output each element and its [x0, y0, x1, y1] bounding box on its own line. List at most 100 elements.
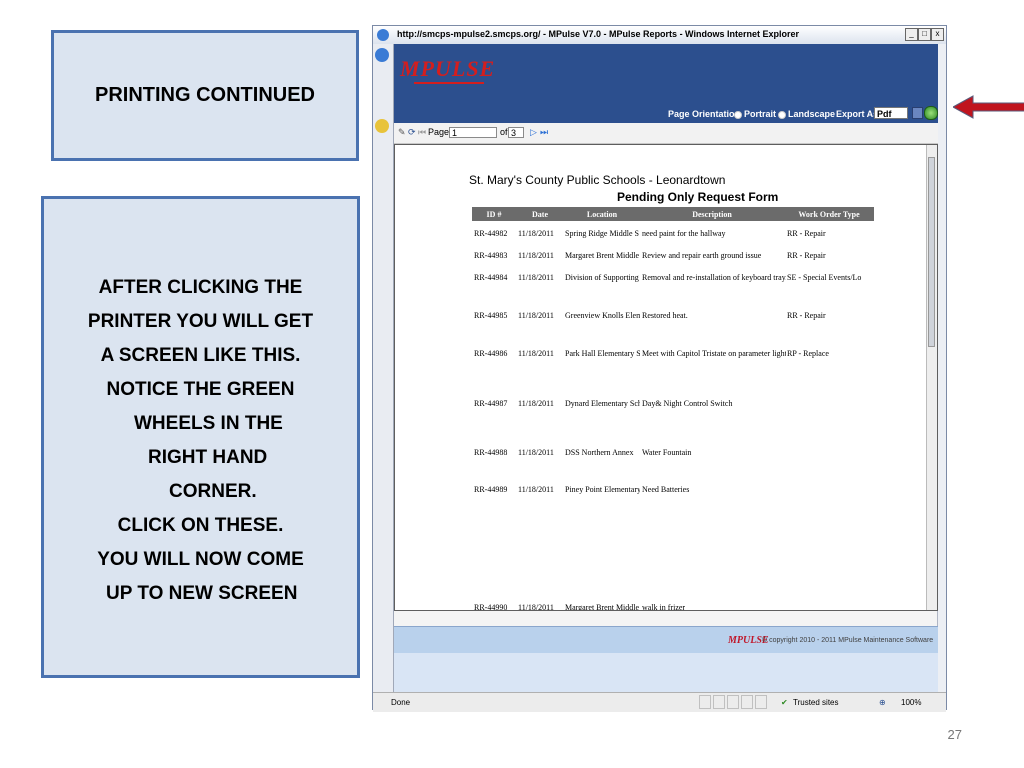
cell-id: RR-44985: [474, 311, 508, 320]
status-segment: [713, 695, 725, 709]
cell-date: 11/18/2011: [518, 229, 554, 238]
close-button[interactable]: x: [931, 28, 944, 41]
browser-scrollbar[interactable]: [937, 44, 946, 711]
cell-location: Piney Point Elementary: [565, 485, 640, 494]
mpulse-logo: MPULSE: [400, 56, 496, 81]
browser-titlebar: http://smcps-mpulse2.smcps.org/ - MPulse…: [373, 26, 946, 44]
instruction-line: CLICK ON THESE.: [117, 515, 284, 536]
cell-location: DSS Northern Annex: [565, 448, 634, 457]
instruction-line: PRINTER YOU WILL GET: [87, 311, 314, 332]
landscape-label: Landscape: [788, 109, 836, 119]
browser-window: http://smcps-mpulse2.smcps.org/ - MPulse…: [372, 25, 947, 712]
status-segment: [741, 695, 753, 709]
report-table-header: ID # Date Location Description Work Orde…: [472, 207, 874, 221]
status-segment: [755, 695, 767, 709]
export-format-select[interactable]: Pdf: [874, 107, 908, 119]
cell-date: 11/18/2011: [518, 485, 554, 494]
cell-location: Dynard Elementary Sch: [565, 399, 640, 408]
of-label: of: [500, 127, 508, 137]
logo-underline: [414, 82, 484, 84]
protected-mode-icon[interactable]: ⊕: [879, 698, 886, 707]
export-as-label: Export As: [836, 109, 879, 119]
cell-id: RR-44988: [474, 448, 508, 457]
browser-side-strip: [373, 44, 394, 711]
app-footer: MPULSE © copyright 2010 - 2011 MPulse Ma…: [394, 626, 938, 654]
status-text: Done: [391, 698, 411, 707]
cell-description: Water Fountain: [642, 448, 692, 457]
cell-id: RR-44983: [474, 251, 508, 260]
cell-description: Restored heat.: [642, 311, 688, 320]
refresh-icon[interactable]: ⟳: [408, 127, 416, 138]
slide-title-box: PRINTING CONTINUED: [51, 30, 359, 161]
cell-location: Spring Ridge Middle S: [565, 229, 640, 238]
maximize-button[interactable]: □: [918, 28, 931, 41]
table-row: RR-44989 11/18/2011 Piney Point Elementa…: [472, 485, 892, 497]
landscape-option[interactable]: Landscape: [778, 109, 835, 119]
cell-id: RR-44989: [474, 485, 508, 494]
column-header: Work Order Type: [798, 210, 860, 219]
report-scrollbar[interactable]: [926, 145, 937, 610]
table-row: RR-44984 11/18/2011 Division of Supporti…: [472, 273, 892, 285]
cell-description: Meet with Capitol Tristate on parameter …: [642, 349, 786, 358]
slide-title: PRINTING CONTINUED: [95, 84, 315, 106]
cell-id: RR-44990: [474, 603, 508, 611]
last-page-icon[interactable]: ⏭: [540, 127, 548, 138]
page-label: Page: [428, 127, 450, 137]
instruction-line: CORNER.: [169, 481, 257, 502]
cell-id: RR-44982: [474, 229, 508, 238]
first-page-icon[interactable]: ⏮: [418, 127, 426, 138]
instruction-line: RIGHT HAND: [148, 447, 268, 468]
column-header: Date: [532, 210, 548, 219]
security-zone: Trusted sites: [793, 698, 839, 707]
portrait-option[interactable]: Portrait: [734, 109, 776, 119]
status-segment: [727, 695, 739, 709]
cell-location: Margaret Brent Middle: [565, 251, 640, 260]
table-row: RR-44986 11/18/2011 Park Hall Elementary…: [472, 349, 892, 361]
cell-description: walk in frizer: [642, 603, 686, 611]
instruction-line: AFTER CLICKING THE: [98, 277, 303, 298]
cell-type: SE - Special Events/Lo: [787, 273, 862, 282]
table-row: RR-44987 11/18/2011 Dynard Elementary Sc…: [472, 399, 892, 411]
cell-id: RR-44987: [474, 399, 508, 408]
instruction-line: UP TO NEW SCREEN: [106, 583, 298, 604]
column-header: ID #: [486, 210, 502, 219]
status-segment: [699, 695, 711, 709]
report-viewer: St. Mary's County Public Schools - Leona…: [394, 144, 938, 611]
radio-icon: [778, 110, 786, 119]
next-page-icon[interactable]: ▷: [530, 127, 537, 138]
slide-number: 27: [947, 727, 962, 742]
cell-date: 11/18/2011: [518, 399, 554, 408]
page-orientation-label: Page Orientation: [668, 109, 741, 119]
report-toolbar: ✎ ⟳ ⏮ Page 1 of 3 ▷ ⏭: [394, 123, 938, 144]
table-row: RR-44982 11/18/2011 Spring Ridge Middle …: [472, 229, 892, 241]
cell-date: 11/18/2011: [518, 349, 554, 358]
green-wheels-export-icon[interactable]: [924, 106, 938, 120]
instruction-line: WHEELS IN THE: [134, 413, 283, 434]
print-icon[interactable]: ✎: [398, 127, 406, 138]
cell-location: Margaret Brent Middle: [565, 603, 640, 611]
copyright-text: © copyright 2010 - 2011 MPulse Maintenan…: [762, 637, 934, 644]
zoom-level[interactable]: 100%: [901, 698, 921, 707]
save-icon[interactable]: [912, 107, 923, 119]
cell-id: RR-44984: [474, 273, 508, 282]
cell-id: RR-44986: [474, 349, 508, 358]
cell-date: 11/18/2011: [518, 251, 554, 260]
cell-type: RR - Repair: [787, 251, 826, 260]
cell-description: Need Batteries: [642, 485, 690, 494]
browser-title: http://smcps-mpulse2.smcps.org/ - MPulse…: [397, 29, 799, 39]
cell-location: Greenview Knolls Elem: [565, 311, 640, 320]
cell-location: Park Hall Elementary S: [565, 349, 640, 358]
red-arrow-icon: [953, 95, 1024, 119]
scroll-thumb[interactable]: [928, 157, 935, 347]
browser-statusbar: Done ✔ Trusted sites ⊕ 100%: [373, 692, 946, 712]
table-row: RR-44988 11/18/2011 DSS Northern Annex W…: [472, 448, 892, 460]
page-number-input[interactable]: 1: [449, 127, 497, 138]
report-school-name: St. Mary's County Public Schools - Leona…: [469, 173, 726, 187]
back-icon[interactable]: [375, 48, 389, 62]
cell-date: 11/18/2011: [518, 311, 554, 320]
check-icon: ✔: [781, 698, 788, 707]
favorites-star-icon[interactable]: [375, 119, 389, 133]
cell-date: 11/18/2011: [518, 273, 554, 282]
cell-type: RP - Replace: [787, 349, 829, 358]
minimize-button[interactable]: _: [905, 28, 918, 41]
